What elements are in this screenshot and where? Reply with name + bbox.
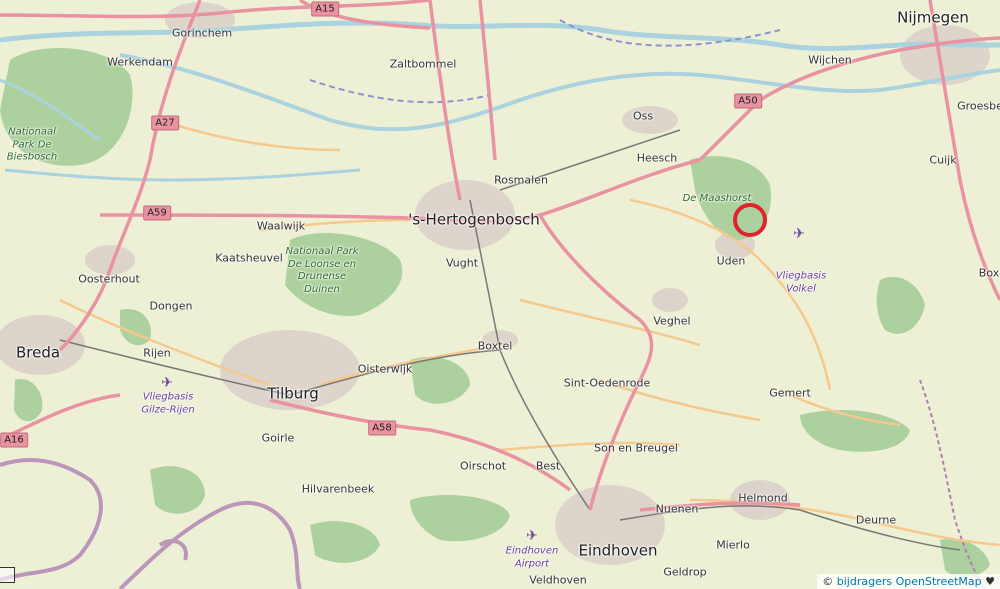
city-label-kaatsheuvel[interactable]: Kaatsheuvel (215, 253, 283, 264)
road-shield-a15: A15 (311, 1, 339, 17)
city-label-gemert[interactable]: Gemert (769, 388, 811, 399)
airport-label-volkel[interactable]: Vliegbasis Volkel (771, 271, 831, 296)
city-label-best[interactable]: Best (536, 461, 560, 472)
city-label-mierlo[interactable]: Mierlo (716, 540, 750, 551)
city-label-rijen[interactable]: Rijen (143, 348, 171, 359)
airplane-icon-volkel[interactable]: ✈ (793, 226, 805, 242)
road-shield-a59: A59 (143, 205, 171, 221)
city-label-groesbeek[interactable]: Groesbe (957, 101, 1000, 112)
map-attribution: © bijdragers OpenStreetMap ♥ (817, 574, 1000, 589)
airplane-icon-eindhoven-airport[interactable]: ✈ (526, 528, 538, 544)
city-label-goirle[interactable]: Goirle (262, 433, 295, 444)
city-label-uden[interactable]: Uden (717, 256, 746, 267)
copyright-symbol: © (822, 575, 834, 588)
heart-icon: ♥ (985, 575, 995, 588)
city-label-dongen[interactable]: Dongen (150, 301, 193, 312)
city-label-zaltbommel[interactable]: Zaltbommel (390, 59, 457, 70)
park-label-biesbosch[interactable]: Nationaal Park De Biesbosch (1, 126, 63, 164)
city-label-oisterwijk[interactable]: Oisterwijk (358, 364, 413, 375)
city-label-hertogenbosch[interactable]: 's-Hertogenbosch (408, 212, 540, 228)
city-label-waalwijk[interactable]: Waalwijk (257, 221, 305, 232)
city-label-eindhoven[interactable]: Eindhoven (579, 543, 658, 559)
airport-label-eindhoven-airport[interactable]: Eindhoven Airport (500, 546, 564, 571)
city-label-geldrop[interactable]: Geldrop (663, 567, 706, 578)
map-viewport[interactable]: A15 A27 A59 A50 A58 A16 Nijmegen Gorinch… (0, 0, 1000, 589)
city-label-veldhoven[interactable]: Veldhoven (529, 575, 586, 586)
city-label-son-en-breugel[interactable]: Son en Breugel (594, 443, 678, 454)
city-label-nijmegen[interactable]: Nijmegen (897, 10, 969, 26)
airport-label-gilze-rijen[interactable]: Vliegbasis Gilze-Rijen (138, 392, 198, 417)
park-label-loonse-drunense[interactable]: Nationaal Park De Loonse en Drunense Dui… (281, 246, 363, 296)
city-label-oss[interactable]: Oss (633, 111, 653, 122)
road-shield-a16: A16 (0, 432, 28, 448)
road-shield-a50: A50 (734, 93, 762, 109)
location-marker[interactable] (730, 200, 770, 240)
city-label-heesch[interactable]: Heesch (637, 153, 678, 164)
city-label-boxtel[interactable]: Boxtel (478, 341, 513, 352)
city-label-sint-oedenrode[interactable]: Sint-Oedenrode (564, 378, 651, 389)
city-label-rosmalen[interactable]: Rosmalen (494, 175, 548, 186)
city-label-wijchen[interactable]: Wijchen (808, 55, 852, 66)
city-label-hilvarenbeek[interactable]: Hilvarenbeek (302, 484, 375, 495)
osm-attribution-link[interactable]: bijdragers OpenStreetMap (837, 575, 982, 588)
city-label-oirschot[interactable]: Oirschot (460, 461, 506, 472)
airplane-icon-gilze-rijen[interactable]: ✈ (161, 375, 173, 391)
city-label-cuijk[interactable]: Cuijk (929, 155, 956, 166)
city-label-helmond[interactable]: Helmond (738, 493, 788, 504)
city-label-deurne[interactable]: Deurne (856, 515, 896, 526)
city-label-veghel[interactable]: Veghel (653, 316, 690, 327)
city-label-tilburg[interactable]: Tilburg (267, 386, 319, 402)
city-label-boxmeer[interactable]: Box (979, 268, 999, 279)
city-label-breda[interactable]: Breda (16, 345, 60, 361)
city-label-oosterhout[interactable]: Oosterhout (78, 274, 140, 285)
city-label-werkendam[interactable]: Werkendam (107, 57, 173, 68)
city-label-vught[interactable]: Vught (446, 258, 478, 269)
city-label-nuenen[interactable]: Nuenen (656, 504, 699, 515)
city-label-gorinchem[interactable]: Gorinchem (172, 28, 232, 39)
scale-control (0, 567, 15, 583)
map-base-layer (0, 0, 1000, 589)
road-shield-a58: A58 (368, 420, 396, 436)
road-shield-a27: A27 (151, 115, 179, 131)
